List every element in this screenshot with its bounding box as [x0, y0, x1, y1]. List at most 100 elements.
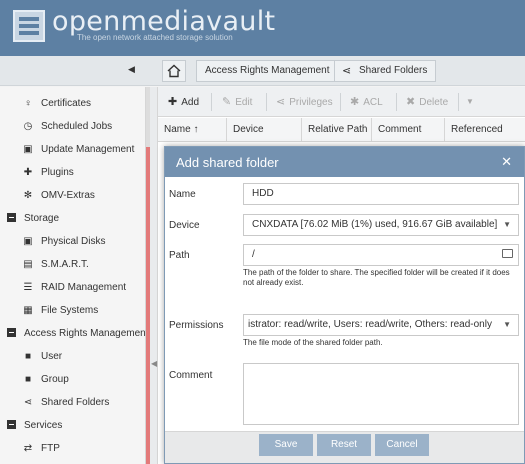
chevron-down-icon: ▼ [503, 220, 511, 229]
sidebar-item-ftp[interactable]: ⇄ FTP [22, 439, 60, 459]
permissions-label: Permissions [169, 320, 224, 331]
chevron-down-icon: ▼ [466, 97, 474, 106]
path-field[interactable]: / [243, 244, 519, 266]
sidebar-item-raid-management[interactable]: ☰ RAID Management [22, 278, 127, 298]
sidebar-category-services[interactable]: Services [7, 416, 62, 436]
sidebar-item-label: Shared Folders [41, 397, 110, 408]
splitter-handle[interactable]: ◀ [150, 87, 158, 464]
close-icon[interactable]: ✕ [501, 154, 512, 170]
sidebar-item-label: FTP [41, 443, 60, 454]
sidebar-item-label: Scheduled Jobs [41, 121, 113, 132]
share-icon: ⋖ [276, 96, 286, 108]
add-shared-folder-dialog: Add shared folder ✕ Name HDD Device CNXD… [164, 146, 525, 464]
sidebar-item-shared-folders[interactable]: ⋖ Shared Folders [22, 393, 110, 413]
permissions-value: istrator: read/write, Users: read/write,… [248, 319, 492, 330]
smart-icon: ▤ [23, 259, 33, 270]
home-icon [167, 64, 181, 78]
device-label: Device [169, 220, 200, 231]
chevron-down-icon: ▼ [497, 315, 511, 335]
sidebar-item-update-management[interactable]: ▣ Update Management [22, 140, 134, 160]
sidebar-item-scheduled-jobs[interactable]: ◷ Scheduled Jobs [22, 117, 113, 137]
sidebar-item-label: S.M.A.R.T. [41, 259, 89, 270]
name-label: Name [169, 189, 196, 200]
group-icon: ■ [24, 374, 32, 385]
sidebar-item-file-systems[interactable]: ▦ File Systems [22, 301, 98, 321]
column-name[interactable]: Name ↑ [158, 118, 227, 142]
column-referenced[interactable]: Referenced [445, 118, 525, 142]
add-button[interactable]: ✚ Add [162, 91, 205, 113]
certificate-icon: ♀ [24, 98, 32, 109]
save-button[interactable]: Save [259, 434, 313, 456]
acl-button[interactable]: ✱ ACL [344, 91, 389, 113]
sidebar-item-smart[interactable]: ▤ S.M.A.R.T. [22, 255, 89, 275]
share-icon: ⋖ [342, 65, 352, 77]
sidebar-item-physical-disks[interactable]: ▣ Physical Disks [22, 232, 105, 252]
sidebar-item-label: User [41, 351, 63, 362]
sidebar-category-label: Access Rights Management [24, 328, 149, 339]
collapse-icon [7, 328, 16, 337]
grid-header: Name ↑ Device Relative Path Comment Refe… [158, 118, 525, 142]
cancel-button[interactable]: Cancel [375, 434, 429, 456]
delete-menu-dropdown[interactable]: ▼ [460, 91, 480, 113]
permissions-select[interactable]: istrator: read/write, Users: read/write,… [243, 314, 519, 336]
comment-label: Comment [169, 370, 213, 381]
path-hint: The path of the folder to share. The spe… [243, 268, 510, 287]
sidebar-item-label: Update Management [41, 144, 135, 155]
logo-icon [13, 10, 45, 42]
home-button[interactable] [162, 60, 186, 82]
privileges-label: Privileges [289, 97, 333, 108]
device-select[interactable]: CNXDATA [76.02 MiB (1%) used, 916.67 GiB… [243, 214, 519, 236]
acl-icon: ✱ [350, 96, 360, 108]
sidebar-category-access-rights[interactable]: Access Rights Management [7, 324, 149, 344]
permissions-hint: The file mode of the shared folder path. [243, 338, 383, 347]
column-comment[interactable]: Comment [372, 118, 445, 142]
sidebar-item-certificates[interactable]: ♀ Certificates [22, 94, 91, 114]
delete-label: Delete [419, 97, 449, 108]
reset-button[interactable]: Reset [317, 434, 371, 456]
column-device[interactable]: Device [227, 118, 302, 142]
wand-icon: ✻ [23, 190, 33, 201]
delete-button[interactable]: ✖ Delete [400, 91, 454, 113]
edit-button[interactable]: ✎ Edit [216, 91, 258, 113]
sidebar-category-label: Services [24, 420, 63, 431]
disk-icon: ▣ [23, 236, 33, 247]
edit-icon: ✎ [222, 96, 232, 108]
sidebar-item-label: Group [41, 374, 69, 385]
sidebar-item-label: RAID Management [41, 282, 127, 293]
close-icon: ✖ [406, 96, 416, 108]
user-icon: ■ [24, 351, 32, 362]
name-field[interactable]: HDD [243, 183, 519, 205]
grid-toolbar: ✚ Add ✎ Edit ⋖ Privileges ✱ ACL ✖ Delete ▼ [158, 87, 525, 117]
sidebar-item-user[interactable]: ■ User [22, 347, 62, 367]
sidebar-item-label: Certificates [41, 98, 92, 109]
breadcrumb-access-rights[interactable]: Access Rights Management [196, 60, 339, 82]
sidebar-item-label: File Systems [41, 305, 99, 316]
path-label: Path [169, 250, 190, 261]
sidebar: ♀ Certificates ◷ Scheduled Jobs ▣ Update Ma… [0, 87, 149, 464]
sidebar-item-label: OMV-Extras [41, 190, 95, 201]
sidebar-category-label: Storage [24, 213, 60, 224]
ftp-icon: ⇄ [23, 443, 33, 454]
collapse-icon [7, 420, 16, 429]
sidebar-category-storage[interactable]: Storage [7, 209, 59, 229]
sidebar-item-plugins[interactable]: ✚ Plugins [22, 163, 74, 183]
update-icon: ▣ [23, 144, 33, 155]
breadcrumb-shared-folders[interactable]: ⋖ Shared Folders [334, 60, 437, 82]
collapse-icon [7, 213, 16, 222]
privileges-button[interactable]: ⋖ Privileges [270, 91, 339, 113]
acl-label: ACL [363, 97, 383, 108]
clock-icon: ◷ [23, 121, 33, 132]
sidebar-item-omv-extras[interactable]: ✻ OMV-Extras [22, 186, 95, 206]
sidebar-item-group[interactable]: ■ Group [22, 370, 69, 390]
dialog-title: Add shared folder [176, 155, 279, 170]
chevron-left-icon: ◀ [151, 359, 158, 368]
breadcrumb-bar: ◀ Access Rights Management ⋖ Shared Fold… [0, 56, 525, 86]
app-subtitle: The open network attached storage soluti… [77, 33, 233, 42]
column-relative-path[interactable]: Relative Path [302, 118, 372, 142]
puzzle-icon: ✚ [23, 167, 33, 178]
filesystem-icon: ▦ [23, 305, 33, 316]
app-header: openmediavault The open network attached… [0, 0, 525, 56]
collapse-sidebar-icon[interactable]: ◀ [128, 64, 135, 75]
folder-icon[interactable] [502, 249, 513, 258]
comment-textarea[interactable] [243, 363, 519, 425]
